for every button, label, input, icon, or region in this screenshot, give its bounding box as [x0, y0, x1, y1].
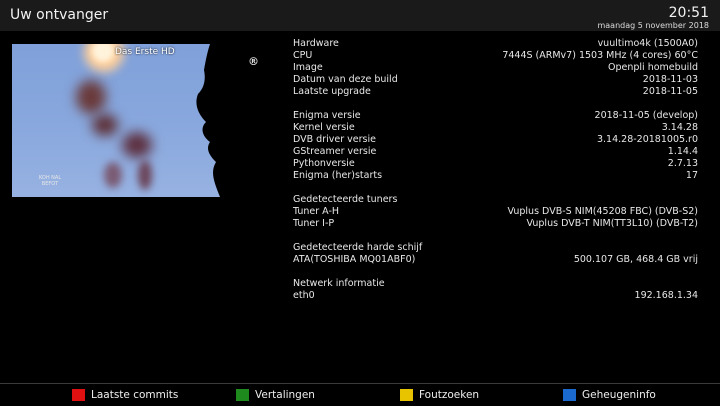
info-row-disk: ATA(TOSHIBA MQ01ABF0) 500.107 GB, 468.4 G…: [293, 254, 698, 265]
info-row-dvb-driver: DVB driver versie 3.14.28-20181005.r0: [293, 134, 698, 145]
screen-title: Uw ontvanger: [10, 7, 109, 23]
live-tv-preview: Das Erste HD ® KOH NAL BEFOT: [12, 44, 273, 197]
title-bar: Uw ontvanger 20:51 maandag 5 november 20…: [0, 0, 720, 31]
info-row-tuner-a-h: Tuner A-H Vuplus DVB-S NIM(45208 FBC) (DV…: [293, 206, 698, 217]
section-heading-network: Netwerk informatie: [293, 278, 385, 289]
blue-key-icon: [563, 389, 576, 401]
date-label: maandag 5 november 2018: [597, 21, 709, 30]
info-row-kernel-version: Kernel versie 3.14.28: [293, 122, 698, 133]
video-blur-shape: [104, 162, 122, 188]
video-blur-shape: [138, 160, 152, 190]
video-silhouette: [196, 44, 273, 197]
video-blur-shape: [122, 132, 152, 158]
video-blur-shape: [76, 80, 106, 114]
section-heading-tuners: Gedetecteerde tuners: [293, 194, 398, 205]
info-row-enigma-version: Enigma versie 2018-11-05 (develop): [293, 110, 698, 121]
info-row-cpu: CPU 7444S (ARMv7) 1503 MHz (4 cores) 60°C: [293, 50, 698, 61]
green-key-icon: [236, 389, 249, 401]
clock: 20:51: [668, 5, 709, 21]
section-heading-disk: Gedetecteerde harde schijf: [293, 242, 423, 253]
video-watermark: KOH NAL BEFOT: [38, 175, 62, 187]
info-row-hardware: Hardware vuultimo4k (1500A0): [293, 38, 698, 49]
info-row-restarts: Enigma (her)starts 17: [293, 170, 698, 181]
info-row-last-upgrade: Laatste upgrade 2018-11-05: [293, 86, 698, 97]
red-key-icon: [72, 389, 85, 401]
yellow-key-icon: [400, 389, 413, 401]
channel-name-overlay: Das Erste HD: [115, 47, 175, 57]
channel-logo-icon: ®: [248, 55, 259, 68]
video-blur-shape: [92, 114, 118, 136]
info-row-build-date: Datum van deze build 2018-11-03: [293, 74, 698, 85]
info-row-python: Pythonversie 2.7.13: [293, 158, 698, 169]
color-button-bar: Laatste commits Vertalingen Foutzoeken G…: [0, 383, 720, 406]
info-row-eth0: eth0 192.168.1.34: [293, 290, 698, 301]
info-row-tuner-i-p: Tuner I-P Vuplus DVB-T NIM(TT3L10) (DVB-T…: [293, 218, 698, 229]
info-row-gstreamer: GStreamer versie 1.14.4: [293, 146, 698, 157]
info-row-image: Image Openpli homebuild: [293, 62, 698, 73]
